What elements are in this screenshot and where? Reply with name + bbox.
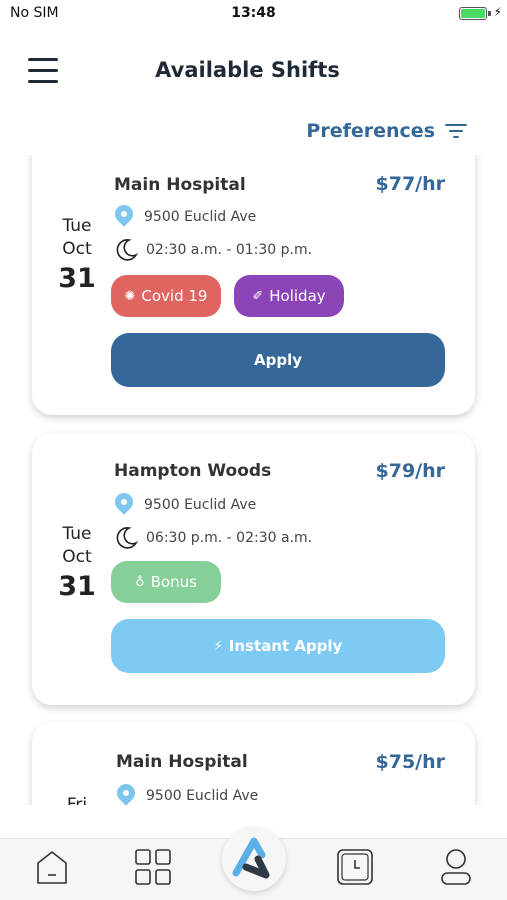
address-text: 9500 Euclid Ave [144,209,257,225]
filter-icon [445,122,467,140]
location-pin-icon [116,784,136,805]
shift-date: Tue Oct 31 [58,216,96,294]
lightning-icon: ⚡ [213,638,223,654]
time-range-text: 02:30 a.m. - 01:30 p.m. [146,242,313,258]
apply-button[interactable]: Apply [111,333,445,387]
money-bag-icon: ♁ [135,574,145,590]
tag-holiday: ✐ Holiday [234,275,344,317]
instant-apply-button[interactable]: ⚡ Instant Apply [111,619,445,673]
logo-icon [232,837,270,879]
preferences-button[interactable]: Preferences [306,120,467,142]
app-logo-button[interactable] [222,827,286,891]
nav-profile[interactable] [436,847,476,887]
status-bar: No SIM 13:48 ⚡ [0,0,507,28]
shift-rate: $75/hr [375,751,446,773]
home-icon [37,851,67,884]
shift-rate: $77/hr [375,173,446,195]
nav-grid[interactable] [133,847,173,887]
facility-name: Hampton Woods [114,461,272,481]
address-row: 9500 Euclid Ave [114,493,256,517]
nav-clock[interactable] [335,847,375,887]
location-pin-icon [114,205,134,229]
nav-home[interactable] [32,847,72,887]
tag-bonus: ♁ Bonus [111,561,221,603]
profile-icon [441,849,471,885]
shift-list[interactable]: Tue Oct 31 Main Hospital $77/hr 9500 Euc… [0,155,507,805]
address-row: 9500 Euclid Ave [116,784,258,805]
shift-date: Fri [66,795,88,805]
location-pin-icon [114,493,134,517]
time-range-text: 06:30 p.m. - 02:30 a.m. [146,530,313,546]
header: Available Shifts [0,40,507,100]
shift-card[interactable]: Tue Oct 31 Hampton Woods $79/hr 9500 Euc… [32,433,475,705]
facility-name: Main Hospital [114,175,246,195]
charging-icon: ⚡ [493,5,502,19]
virus-icon: ✺ [124,288,136,304]
time-row: 06:30 p.m. - 02:30 a.m. [114,526,312,550]
moon-icon [116,527,138,549]
party-icon: ✐ [252,288,264,304]
moon-icon [116,239,138,261]
tag-covid: ✺ Covid 19 [111,275,221,317]
status-time: 13:48 [231,5,276,21]
battery-icon [459,7,487,20]
clock-icon [337,849,373,885]
address-text: 9500 Euclid Ave [146,788,259,804]
shift-rate: $79/hr [375,460,446,482]
facility-name: Main Hospital [116,752,248,772]
page-title: Available Shifts [155,58,340,82]
time-row: 02:30 a.m. - 01:30 p.m. [114,238,312,262]
address-text: 9500 Euclid Ave [144,497,257,513]
shift-card[interactable]: Fri Main Hospital $75/hr 9500 Euclid Ave [32,722,475,805]
address-row: 9500 Euclid Ave [114,205,256,229]
grid-icon [135,849,171,885]
preferences-label: Preferences [306,120,435,142]
shift-date: Tue Oct 31 [58,524,96,602]
shift-card[interactable]: Tue Oct 31 Main Hospital $77/hr 9500 Euc… [32,155,475,415]
